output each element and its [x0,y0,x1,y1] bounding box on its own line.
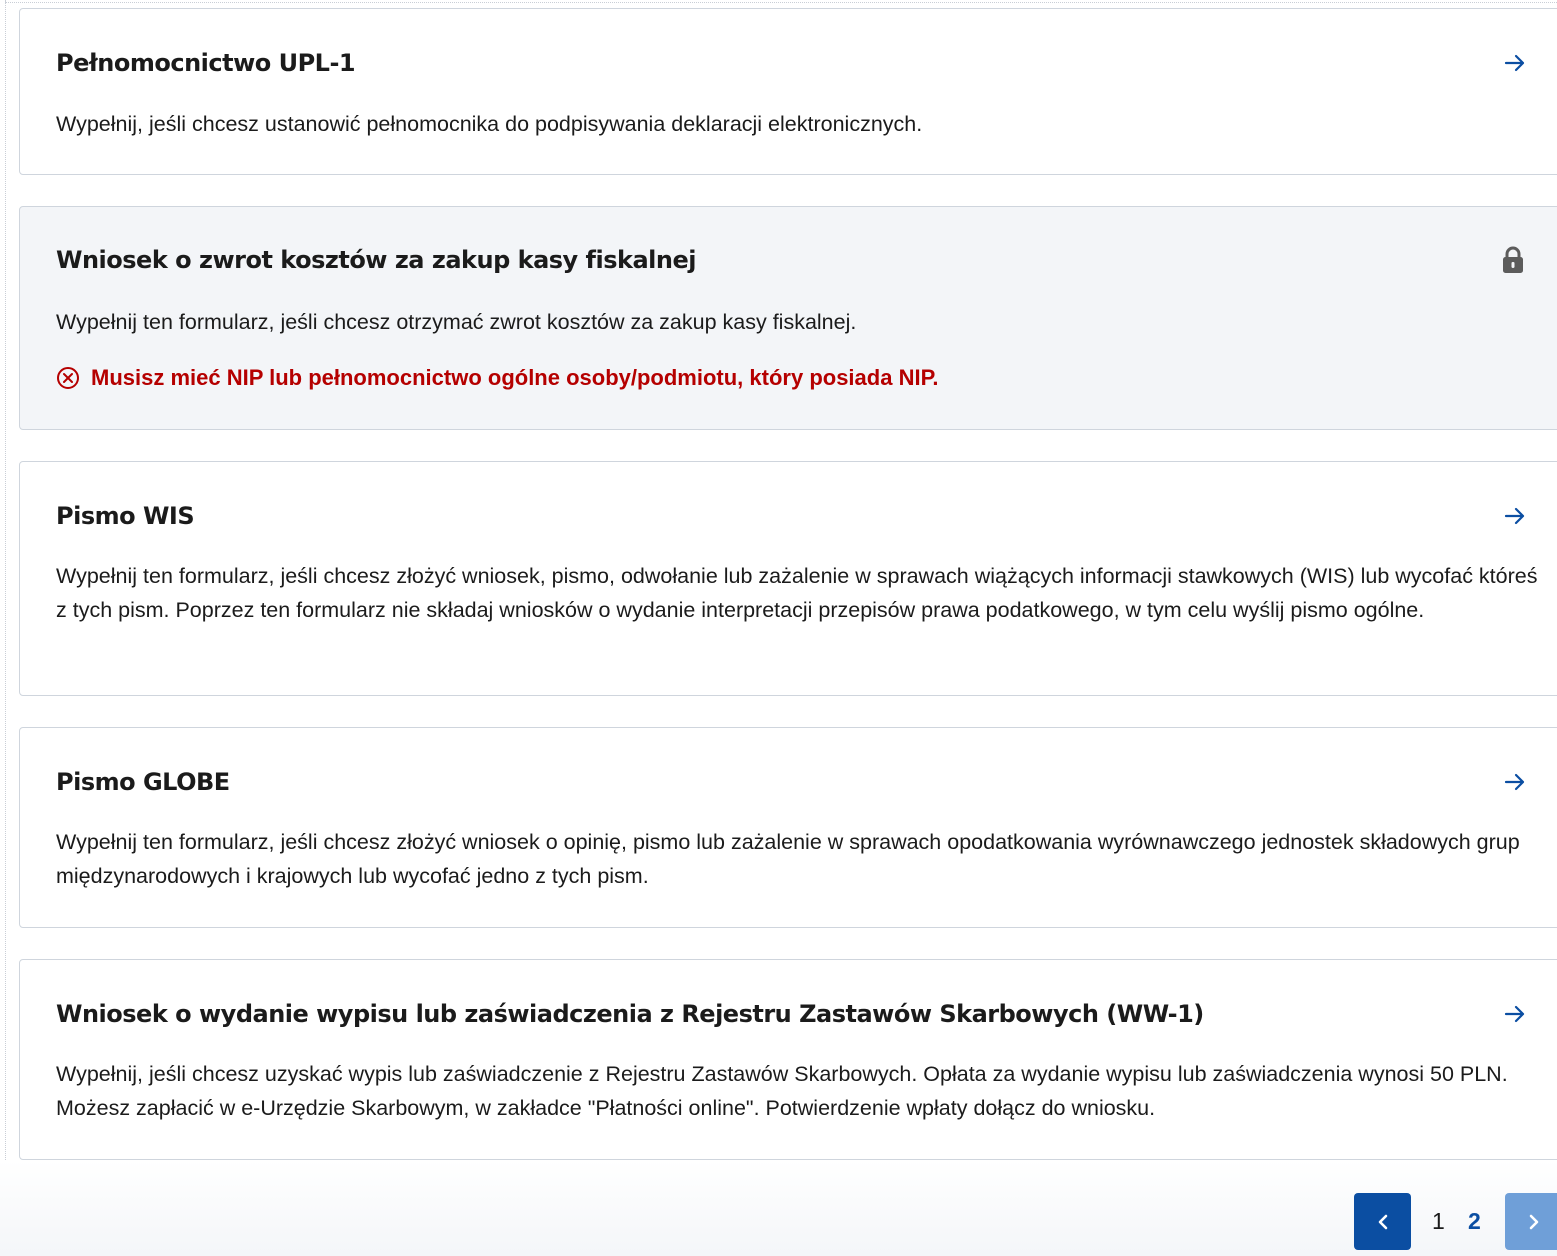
lock-icon [1503,246,1523,273]
card-description: Wypełnij, jeśli chcesz ustanowić pełnomo… [56,112,923,136]
form-card-wis[interactable]: Pismo WIS Wypełnij ten formularz, jeśli … [19,461,1557,696]
card-description: Wypełnij ten formularz, jeśli chcesz zło… [56,830,1520,888]
page-number-link[interactable]: 2 [1468,1203,1481,1239]
circle-x-icon [57,367,79,389]
form-card-cash-register-refund: Wniosek o zwrot kosztów za zakup kasy fi… [19,206,1557,430]
card-description: Wypełnij ten formularz, jeśli chcesz zło… [56,564,1538,622]
card-title: Pismo WIS [56,502,195,530]
card-title: Pismo GLOBE [56,768,230,796]
arrow-right-icon[interactable] [1504,771,1526,793]
arrow-right-icon[interactable] [1504,505,1526,527]
frame-border-left [5,0,6,1256]
form-card-ww1[interactable]: Wniosek o wydanie wypisu lub zaświadczen… [19,959,1557,1160]
arrow-right-icon[interactable] [1504,52,1526,74]
chevron-left-icon [1378,1214,1387,1229]
card-title: Wniosek o zwrot kosztów za zakup kasy fi… [56,246,696,274]
chevron-right-icon [1529,1214,1538,1229]
card-description: Wypełnij ten formularz, jeśli chcesz otr… [56,310,857,334]
form-card-upl1[interactable]: Pełnomocnictwo UPL-1 Wypełnij, jeśli chc… [19,8,1557,175]
previous-page-button[interactable] [1354,1193,1411,1250]
arrow-right-icon[interactable] [1504,1003,1526,1025]
page: Pełnomocnictwo UPL-1 Wypełnij, jeśli chc… [0,0,1557,1256]
next-page-button[interactable] [1505,1193,1557,1250]
requirement-error: Musisz mieć NIP lub pełnomocnictwo ogóln… [56,363,939,393]
frame-border-top [5,2,1557,3]
error-message: Musisz mieć NIP lub pełnomocnictwo ogóln… [91,365,939,390]
card-description: Wypełnij, jeśli chcesz uzyskać wypis lub… [56,1062,1508,1120]
card-title: Wniosek o wydanie wypisu lub zaświadczen… [56,1000,1204,1028]
page-number-current[interactable]: 1 [1432,1203,1445,1239]
form-card-globe[interactable]: Pismo GLOBE Wypełnij ten formularz, jeśl… [19,727,1557,928]
card-title: Pełnomocnictwo UPL-1 [56,49,356,77]
bottom-fade [0,1160,1557,1256]
